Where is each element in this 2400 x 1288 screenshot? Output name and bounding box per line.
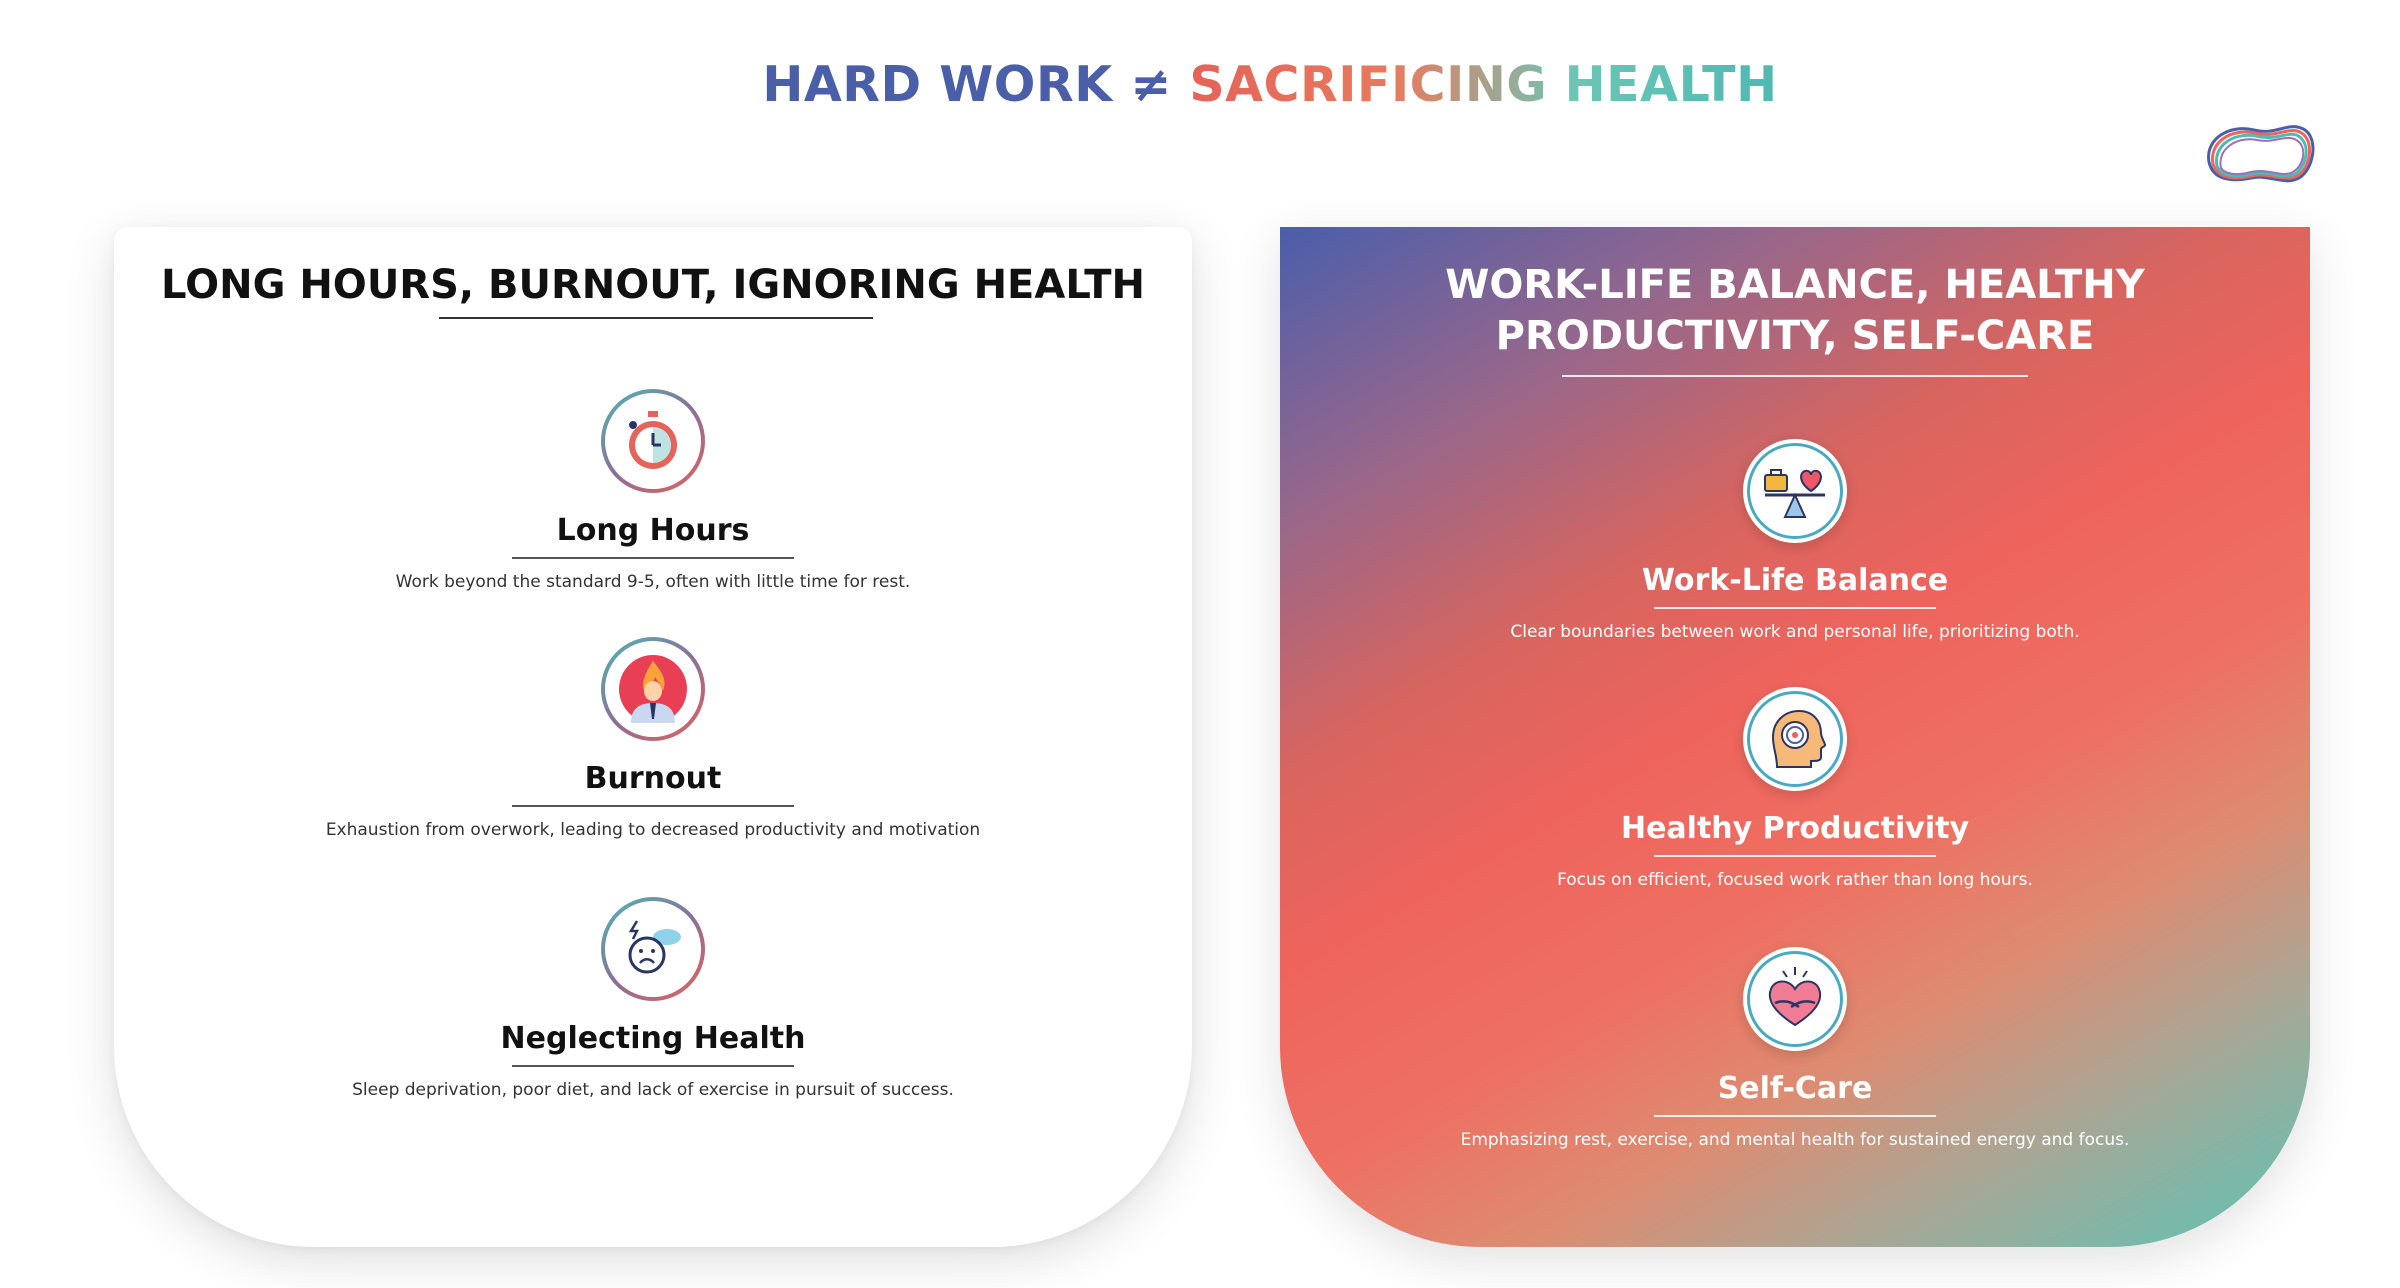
title-part-sacrificing-health: SACRIFICING HEALTH (1189, 56, 1778, 113)
right-panel: WORK-LIFE BALANCE, HEALTHY PRODUCTIVITY,… (1280, 227, 2310, 1247)
item-description: Work beyond the standard 9-5, often with… (395, 572, 911, 592)
icon-ring (1743, 439, 1847, 543)
right-panel-title-line1: WORK-LIFE BALANCE, HEALTHY (1445, 262, 2145, 308)
item-description: Exhaustion from overwork, leading to dec… (325, 820, 981, 840)
item-title-rule (512, 557, 794, 559)
item-title: Self-Care (1717, 1071, 1873, 1106)
icon-ring (601, 637, 705, 741)
left-panel: LONG HOURS, BURNOUT, IGNORING HEALTH Lon… (114, 227, 1192, 1247)
item-description: Sleep deprivation, poor diet, and lack o… (352, 1080, 954, 1100)
right-panel-title: WORK-LIFE BALANCE, HEALTHY PRODUCTIVITY,… (1280, 260, 2310, 362)
brand-logo-icon (2207, 125, 2315, 183)
left-panel-title: LONG HOURS, BURNOUT, IGNORING HEALTH (161, 262, 1145, 308)
left-panel-title-rule (439, 317, 873, 319)
right-panel-title-line2: PRODUCTIVITY, SELF-CARE (1495, 313, 2095, 359)
item-title: Burnout (584, 761, 722, 796)
burnout-icon (619, 655, 687, 723)
icon-ring (1743, 687, 1847, 791)
item-title-rule (1654, 1115, 1936, 1117)
icon-ring (1743, 947, 1847, 1051)
item-title-rule (1654, 855, 1936, 857)
item-title-rule (1654, 607, 1936, 609)
item-title: Neglecting Health (500, 1021, 806, 1056)
focused-mind-icon (1771, 709, 1827, 768)
stopwatch-icon (629, 411, 677, 469)
page-title: HARD WORK ≠ SACRIFICING HEALTH (0, 56, 2400, 113)
item-title: Long Hours (556, 513, 750, 548)
balance-scale-icon (1764, 469, 1825, 518)
icon-ring (601, 389, 705, 493)
item-description: Clear boundaries between work and person… (1510, 622, 2080, 642)
right-panel-title-rule (1562, 375, 2028, 377)
item-title-rule (512, 1065, 794, 1067)
title-part-hard-work: HARD WORK ≠ (762, 56, 1172, 113)
item-description: Emphasizing rest, exercise, and mental h… (1460, 1130, 2130, 1150)
item-title: Work-Life Balance (1641, 563, 1949, 598)
item-title-rule (512, 805, 794, 807)
item-description: Focus on efficient, focused work rather … (1557, 870, 2033, 890)
item-title: Healthy Productivity (1620, 811, 1970, 846)
icon-ring (601, 897, 705, 1001)
sad-face-icon (628, 920, 681, 974)
self-hug-heart-icon (1768, 967, 1822, 1027)
